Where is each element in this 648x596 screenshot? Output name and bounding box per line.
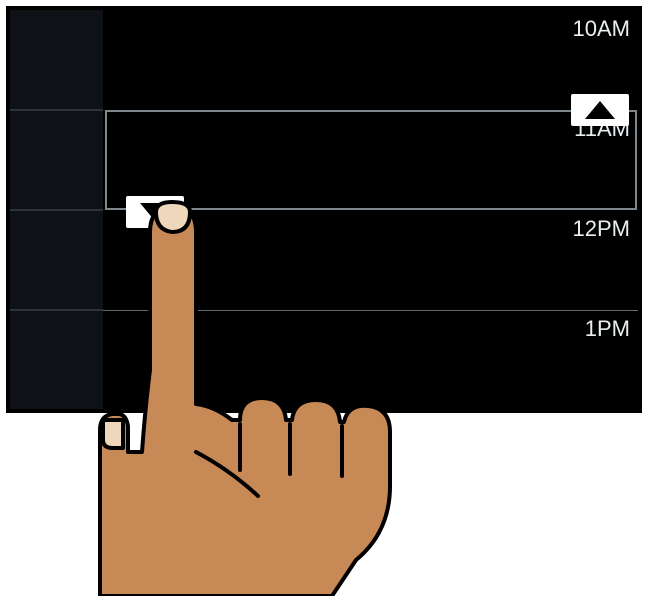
time-label-text: 10AM bbox=[573, 16, 630, 42]
triangle-up-icon bbox=[585, 101, 615, 119]
grid-line bbox=[103, 310, 638, 311]
time-label-text: 1PM bbox=[585, 316, 630, 342]
time-label-12pm: 12PM bbox=[10, 210, 638, 310]
calendar-frame: 10AM 11AM 12PM 1PM bbox=[6, 6, 642, 413]
time-label-text: 12PM bbox=[573, 216, 630, 242]
event-resize-bottom-handle[interactable] bbox=[126, 196, 184, 228]
time-label-1pm: 1PM bbox=[10, 310, 638, 410]
event-resize-top-handle[interactable] bbox=[571, 94, 629, 126]
gutter-divider bbox=[10, 309, 103, 311]
triangle-down-icon bbox=[140, 203, 170, 221]
gutter-divider bbox=[10, 109, 103, 111]
calendar-day-view[interactable]: 10AM 11AM 12PM 1PM bbox=[10, 10, 638, 409]
calendar-event[interactable] bbox=[105, 110, 637, 210]
gutter-divider bbox=[10, 209, 103, 211]
time-label-10am: 10AM bbox=[10, 10, 638, 110]
